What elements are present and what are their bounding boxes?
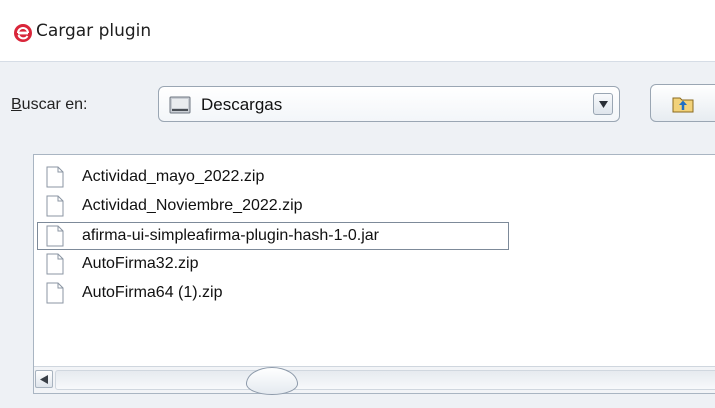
file-name: Actividad_mayo_2022.zip bbox=[82, 168, 265, 185]
up-folder-icon bbox=[672, 97, 694, 113]
file-name: AutoFirma64 (1).zip bbox=[82, 284, 223, 301]
drive-icon bbox=[169, 96, 191, 114]
file-list-item[interactable]: Actividad_mayo_2022.zip bbox=[46, 164, 516, 192]
up-folder-button[interactable] bbox=[650, 84, 715, 122]
app-logo-icon bbox=[14, 24, 32, 42]
look-in-combobox[interactable]: Descargas bbox=[158, 86, 620, 122]
horizontal-scrollbar[interactable] bbox=[34, 366, 715, 395]
file-icon bbox=[46, 225, 64, 247]
file-icon bbox=[46, 282, 64, 304]
file-list-item[interactable]: AutoFirma64 (1).zip bbox=[46, 280, 516, 308]
file-name: Actividad_Noviembre_2022.zip bbox=[82, 197, 303, 214]
file-list-item[interactable]: Actividad_Noviembre_2022.zip bbox=[46, 193, 516, 221]
file-name: afirma-ui-simpleafirma-plugin-hash-1-0.j… bbox=[82, 227, 379, 244]
look-in-value: Descargas bbox=[201, 95, 283, 114]
file-chooser-dialog: Buscar en: Descargas Actividad_mayo_2022… bbox=[0, 62, 715, 408]
window-title: Cargar plugin bbox=[36, 21, 152, 41]
scroll-thumb[interactable] bbox=[246, 367, 298, 395]
title-bar: Cargar plugin bbox=[0, 0, 715, 62]
file-list-item[interactable]: AutoFirma32.zip bbox=[46, 251, 516, 279]
file-list[interactable]: Actividad_mayo_2022.zip Actividad_Noviem… bbox=[33, 154, 715, 395]
combo-dropdown-button[interactable] bbox=[593, 93, 613, 115]
file-icon bbox=[46, 195, 64, 217]
look-in-label: Buscar en: bbox=[11, 96, 88, 113]
arrow-left-icon bbox=[40, 375, 48, 384]
file-icon bbox=[46, 253, 64, 275]
scroll-left-button[interactable] bbox=[35, 370, 53, 388]
file-list-item-selected[interactable]: afirma-ui-simpleafirma-plugin-hash-1-0.j… bbox=[37, 222, 509, 250]
file-name: AutoFirma32.zip bbox=[82, 255, 199, 272]
dropdown-arrow-icon bbox=[599, 101, 608, 108]
scroll-track[interactable] bbox=[55, 367, 715, 395]
file-icon bbox=[46, 166, 64, 188]
